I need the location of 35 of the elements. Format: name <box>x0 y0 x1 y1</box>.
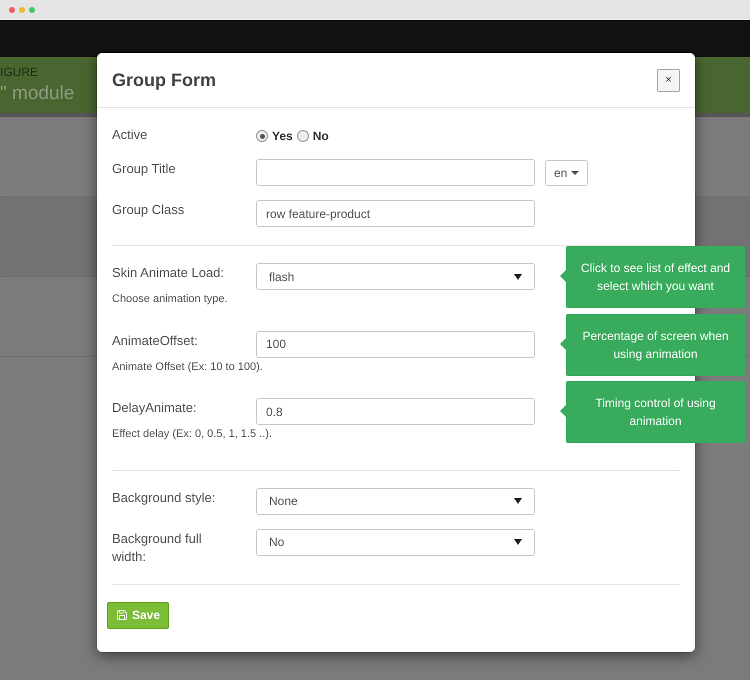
text-field[interactable] <box>256 159 535 186</box>
field-label: Group Title <box>112 160 177 178</box>
save-icon <box>116 609 128 621</box>
help-text: Choose animation type. <box>112 292 229 307</box>
field-label: AnimateOffset: <box>112 332 199 350</box>
field-label: Background full width: <box>112 530 203 566</box>
caret-icon <box>571 170 580 174</box>
page-title: " module <box>0 82 74 106</box>
radio-button[interactable] <box>256 130 268 142</box>
help-text: Animate Offset (Ex: 10 to 100). <box>112 360 264 374</box>
dropdown-arrow-icon <box>514 498 522 504</box>
radio-button[interactable] <box>296 130 309 142</box>
field-label: Background style: <box>112 488 216 506</box>
dropdown-arrow-icon <box>514 274 522 280</box>
field-label: Active <box>112 126 148 144</box>
help-text: Effect delay (Ex: 0, 0.5, 1, 1.5 ..). <box>112 427 273 442</box>
field-label: Group Class <box>112 201 186 219</box>
select-field[interactable]: None <box>256 488 535 514</box>
select-field[interactable]: No <box>256 528 535 556</box>
tooltip-text: Timing control of using animation <box>594 395 717 430</box>
modal-title: Group Form <box>112 68 216 92</box>
radio-option[interactable]: No <box>296 127 329 145</box>
tooltip-text: Percentage of screen when using animation <box>581 328 730 362</box>
tooltip-text: Click to see list of effect and select which you want <box>580 260 732 295</box>
field-label: Skin Animate Load: <box>112 264 226 282</box>
breadcrumb: IGURE <box>0 65 38 79</box>
text-field[interactable]: 0.8 <box>256 398 535 425</box>
text-field[interactable]: row feature-product <box>256 200 535 227</box>
radio-option[interactable]: Yes <box>256 127 293 145</box>
close-button[interactable]: × <box>657 68 680 92</box>
field-label: DelayAnimate: <box>112 399 198 417</box>
select-field[interactable]: flash <box>256 263 535 290</box>
dropdown-arrow-icon <box>514 539 522 545</box>
text-field[interactable]: 100 <box>256 330 535 358</box>
language-dropdown[interactable]: en <box>545 160 588 186</box>
